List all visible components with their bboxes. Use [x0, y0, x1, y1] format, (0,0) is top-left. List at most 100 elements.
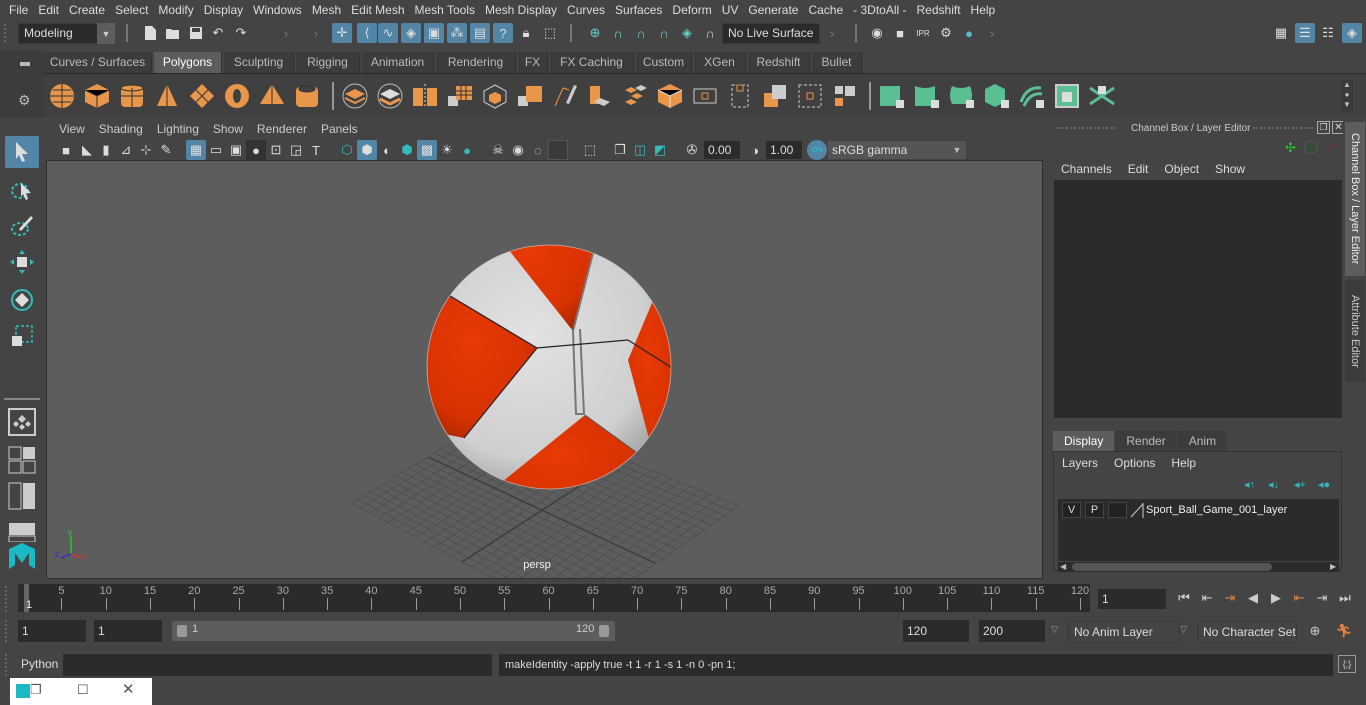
- outliner-persp-layout-icon[interactable]: [5, 480, 39, 512]
- snap-view-plane-icon[interactable]: ∩: [654, 23, 674, 43]
- new-layer-icon[interactable]: ◂+: [1294, 478, 1306, 491]
- playback-start-field[interactable]: 1: [94, 620, 162, 642]
- collapse-arrow-icon[interactable]: ›: [822, 23, 842, 43]
- poly-pipe-icon[interactable]: [293, 82, 321, 110]
- reduce-icon[interactable]: [481, 82, 509, 110]
- live-surface-field[interactable]: No Live Surface: [722, 23, 820, 44]
- new-scene-icon[interactable]: [140, 23, 160, 43]
- command-language-label[interactable]: Python: [21, 657, 58, 671]
- render-settings-icon[interactable]: ⚙: [936, 23, 956, 43]
- script-editor-icon[interactable]: {;}: [1338, 655, 1356, 673]
- panel-drag-handle[interactable]: [1055, 127, 1115, 129]
- animation-preferences-icon[interactable]: 🏃︎: [1334, 621, 1354, 641]
- step-forward-frame-icon[interactable]: ⇥: [1312, 588, 1332, 608]
- select-camera-icon[interactable]: ■: [56, 140, 76, 160]
- camera-attributes-icon[interactable]: ◣: [77, 140, 97, 160]
- undo-icon[interactable]: ↶: [208, 23, 228, 43]
- range-end-handle[interactable]: [599, 625, 609, 637]
- save-scene-icon[interactable]: [186, 23, 206, 43]
- playback-end-field[interactable]: 120: [903, 620, 969, 642]
- exposure-icon[interactable]: ✇: [682, 140, 702, 160]
- uv-automatic-icon[interactable]: [983, 82, 1011, 110]
- menu-help[interactable]: Help: [966, 0, 1001, 20]
- side-tab-channel-box[interactable]: Channel Box / Layer Editor: [1345, 122, 1365, 276]
- layer-tab-anim[interactable]: Anim: [1177, 431, 1228, 451]
- xray-icon[interactable]: ❐: [610, 140, 630, 160]
- xray-joints-icon[interactable]: ◫: [630, 140, 650, 160]
- uv-spherical-icon[interactable]: [948, 82, 976, 110]
- menu-mesh-display[interactable]: Mesh Display: [480, 0, 562, 20]
- shelf-settings-gear-icon[interactable]: ⚙: [18, 92, 31, 109]
- maya-logo-icon[interactable]: [5, 540, 39, 572]
- film-gate-icon[interactable]: ▭: [206, 140, 226, 160]
- ipr-render-icon[interactable]: IPR: [913, 23, 933, 43]
- viewport-menu-view[interactable]: View: [52, 122, 92, 136]
- live-surface-icon[interactable]: ∩: [700, 23, 720, 43]
- modeling-toolkit-icon[interactable]: ▦: [1271, 23, 1291, 43]
- multi-cut-icon[interactable]: [656, 82, 684, 110]
- poly-pyramid-icon[interactable]: [258, 82, 286, 110]
- go-to-start-icon[interactable]: ⏮: [1174, 588, 1194, 608]
- four-pane-layout-icon[interactable]: [5, 444, 39, 476]
- menu-deform[interactable]: Deform: [667, 0, 716, 20]
- render-frame-icon[interactable]: ■: [890, 23, 910, 43]
- grid-toggle-icon[interactable]: ▦: [186, 140, 206, 160]
- poke-icon[interactable]: [831, 82, 859, 110]
- color-space-dropdown-arrow[interactable]: ▼: [948, 141, 966, 159]
- layer-color-icon[interactable]: [1130, 502, 1144, 518]
- menu-edit-mesh[interactable]: Edit Mesh: [346, 0, 409, 20]
- poly-plane-icon[interactable]: [188, 82, 216, 110]
- go-to-end-icon[interactable]: ⏭: [1335, 588, 1355, 608]
- gate-mask-icon[interactable]: ●: [246, 140, 266, 160]
- boolean-icon[interactable]: [516, 82, 544, 110]
- menu-select[interactable]: Select: [110, 0, 153, 20]
- shelf-tab-xgen[interactable]: XGen: [694, 52, 746, 73]
- play-forwards-icon[interactable]: ▶: [1266, 588, 1286, 608]
- snap-curve-icon[interactable]: ∩: [608, 23, 628, 43]
- shelf-tab-curves-surfaces[interactable]: Curves / Surfaces: [44, 52, 152, 73]
- select-highlight-icon[interactable]: ⬚: [540, 23, 560, 43]
- shelf-tab-redshift[interactable]: Redshift: [748, 52, 810, 73]
- animation-start-field[interactable]: 1: [18, 620, 86, 642]
- step-back-frame-icon[interactable]: ⇤: [1197, 588, 1217, 608]
- poly-cube-icon[interactable]: [83, 82, 111, 110]
- layer-tab-render[interactable]: Render: [1115, 431, 1177, 451]
- time-ruler[interactable]: 1 5 10 15 20 25 30 35 40 45 50 55 60 65 70 75 80 85 90 95 1…: [18, 584, 1090, 612]
- 3d-viewport[interactable]: persp y x z: [46, 160, 1043, 579]
- select-by-uv-icon[interactable]: ▤: [470, 23, 490, 43]
- menu-3dtoall[interactable]: - 3DtoAll -: [848, 0, 911, 20]
- shelf-tab-animation[interactable]: Animation: [362, 52, 434, 73]
- target-weld-icon[interactable]: [726, 82, 754, 110]
- mode-dropdown-arrow[interactable]: ▼: [97, 23, 115, 44]
- channel-box-menu-show[interactable]: Show: [1207, 162, 1253, 176]
- safe-title-icon[interactable]: T: [306, 140, 326, 160]
- textured-icon[interactable]: ▩: [417, 140, 437, 160]
- depth-of-field-icon[interactable]: [548, 140, 568, 160]
- layer-display-type-toggle[interactable]: [1108, 502, 1127, 518]
- close-window-icon[interactable]: ✕: [122, 680, 135, 698]
- uv-cylindrical-icon[interactable]: [913, 82, 941, 110]
- image-plane-icon[interactable]: ⊿: [116, 140, 136, 160]
- bookmark-icon[interactable]: ▮: [96, 140, 116, 160]
- anti-aliasing-icon[interactable]: ◌: [528, 140, 548, 160]
- poly-sphere-icon[interactable]: [48, 82, 76, 110]
- 2d-pan-zoom-icon[interactable]: ⊹: [136, 140, 156, 160]
- channel-box-menu-object[interactable]: Object: [1156, 162, 1207, 176]
- shelf-tab-rendering[interactable]: Rendering: [436, 52, 516, 73]
- gamma-field[interactable]: 1.00: [766, 141, 802, 159]
- poly-cylinder-icon[interactable]: [118, 82, 146, 110]
- collapse-arrow-icon[interactable]: ›: [982, 23, 1002, 43]
- separate-icon[interactable]: [376, 82, 404, 110]
- layer-visibility-toggle[interactable]: V: [1062, 502, 1081, 518]
- hypershade-icon[interactable]: ●: [959, 23, 979, 43]
- side-tab-attribute-editor[interactable]: Attribute Editor: [1345, 280, 1365, 382]
- wireframe-icon[interactable]: ⬡: [337, 140, 357, 160]
- anim-layer-dropdown[interactable]: No Anim Layer: [1068, 621, 1180, 643]
- shelf-tab-bullet[interactable]: Bullet: [812, 52, 862, 73]
- move-tool-icon[interactable]: [5, 246, 39, 278]
- restore-window-icon[interactable]: ❐: [30, 682, 42, 698]
- channel-box-icon[interactable]: ◈: [1342, 23, 1362, 43]
- menu-mesh-tools[interactable]: Mesh Tools: [410, 0, 480, 20]
- mirror-icon[interactable]: [411, 82, 439, 110]
- shelf-tab-fx[interactable]: FX: [518, 52, 548, 73]
